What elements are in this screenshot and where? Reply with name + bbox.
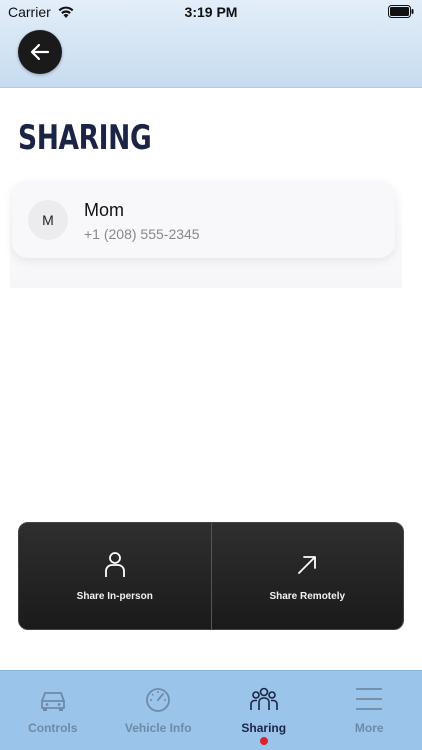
avatar: M: [28, 200, 68, 240]
share-in-person-label: Share In-person: [76, 590, 153, 602]
arrow-left-icon: [30, 43, 50, 61]
clock: 3:19 PM: [184, 4, 238, 20]
person-icon: [104, 551, 125, 577]
share-panel: Share In-person Share Remotely: [18, 522, 404, 630]
page-title: SHARING: [18, 118, 152, 158]
tab-controls-label: Controls: [28, 721, 78, 735]
back-button[interactable]: [18, 30, 62, 74]
header: Carrier 3:19 PM: [0, 0, 422, 88]
contact-card[interactable]: M Mom +1 (208) 555-2345: [12, 181, 395, 258]
speedometer-icon: [146, 688, 171, 712]
tab-more[interactable]: More: [319, 671, 419, 750]
tab-sharing-label: Sharing: [241, 721, 287, 735]
people-icon: [249, 687, 278, 710]
tab-vehicle-info-label: Vehicle Info: [124, 721, 192, 735]
tab-controls[interactable]: Controls: [3, 671, 103, 750]
tab-sharing[interactable]: Sharing: [214, 671, 314, 750]
tab-bar: Controls Vehicle Info Sharing More: [0, 670, 422, 750]
share-remotely-label: Share Remotely: [269, 590, 346, 602]
car-icon: [40, 692, 65, 711]
tab-vehicle-info[interactable]: Vehicle Info: [108, 671, 208, 750]
tab-more-label: More: [354, 721, 384, 735]
active-tab-indicator: [259, 737, 268, 745]
share-in-person-button[interactable]: Share In-person: [19, 523, 211, 629]
contact-phone: +1 (208) 555-2345: [84, 226, 200, 242]
battery-icon: [388, 5, 414, 18]
menu-icon: [356, 688, 383, 710]
share-remotely-button[interactable]: Share Remotely: [210, 523, 404, 629]
arrow-up-right-icon: [298, 555, 317, 574]
status-bar: Carrier 3:19 PM: [0, 0, 422, 24]
contact-name: Mom: [84, 200, 124, 220]
